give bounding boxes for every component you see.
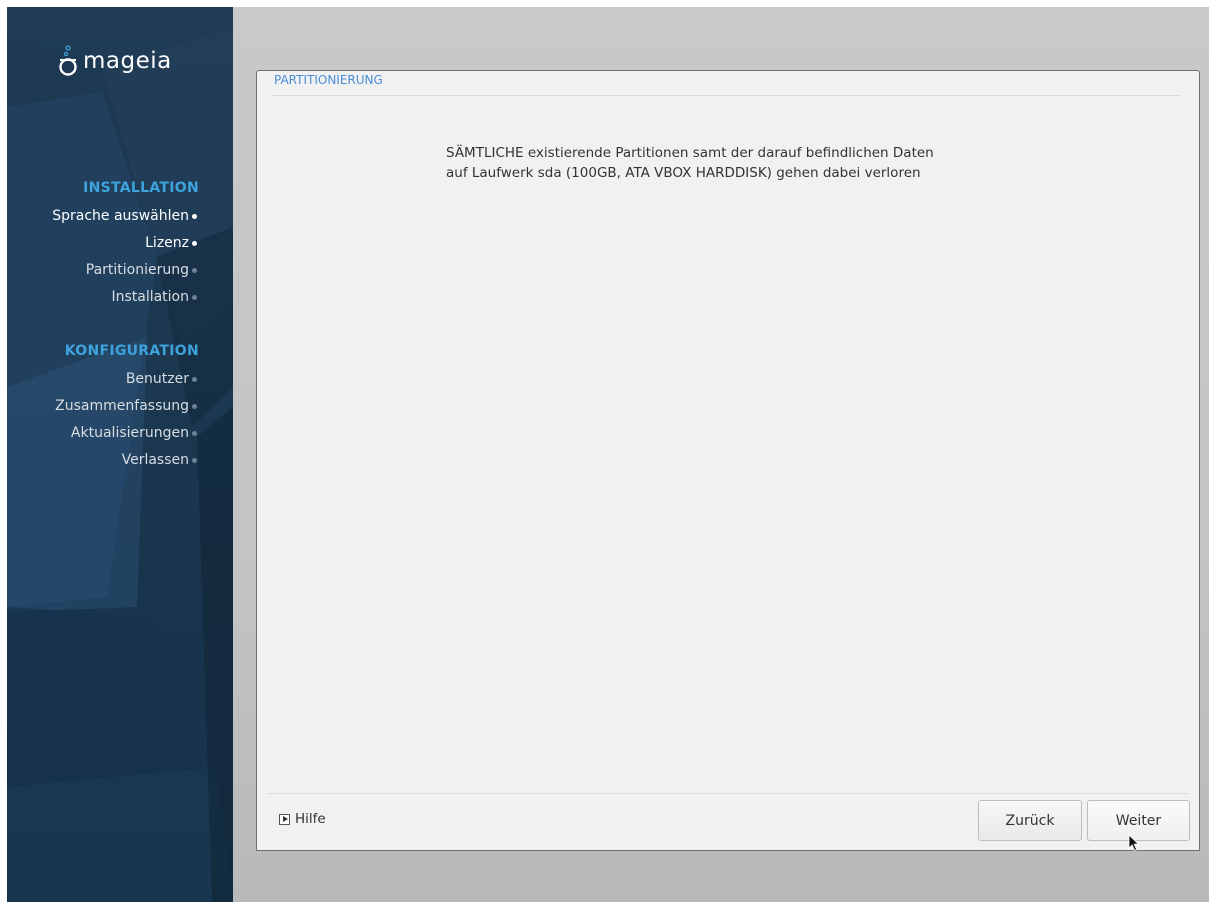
section-title-konfiguration: KONFIGURATION: [64, 343, 199, 359]
warning-message: SÄMTLICHE existierende Partitionen samt …: [446, 143, 934, 183]
sidebar-background: [7, 7, 233, 902]
warning-message-line-1: SÄMTLICHE existierende Partitionen samt …: [446, 145, 934, 161]
step-status-dot: [192, 295, 197, 300]
mageia-cauldron-icon: [59, 45, 77, 76]
installer-screen: mageia INSTALLATION Sprache auswählen Li…: [7, 7, 1209, 902]
step-sprache-auswaehlen: Sprache auswählen: [52, 208, 189, 224]
step-installation: Installation: [111, 289, 189, 305]
step-status-dot: [192, 241, 197, 246]
footer-divider: [267, 793, 1189, 794]
step-verlassen: Verlassen: [121, 452, 189, 468]
mouse-pointer-icon: [1128, 834, 1140, 852]
logo-text: mageia: [83, 48, 172, 74]
partitioning-panel: PARTITIONIERUNG SÄMTLICHE existierende P…: [256, 70, 1200, 851]
help-label: Hilfe: [295, 811, 326, 827]
step-zusammenfassung: Zusammenfassung: [55, 398, 189, 414]
section-title-installation: INSTALLATION: [83, 180, 199, 196]
step-status-dot: [192, 214, 197, 219]
step-benutzer: Benutzer: [125, 371, 189, 387]
step-partitionierung: Partitionierung: [85, 262, 189, 278]
step-status-dot: [192, 404, 197, 409]
title-divider: [271, 95, 1181, 96]
back-button[interactable]: Zurück: [978, 800, 1082, 841]
disclosure-triangle-icon: [279, 813, 290, 825]
step-status-dot: [192, 431, 197, 436]
step-status-dot: [192, 268, 197, 273]
step-status-dot: [192, 458, 197, 463]
step-lizenz: Lizenz: [145, 235, 189, 251]
step-status-dot: [192, 377, 197, 382]
panel-title: PARTITIONIERUNG: [274, 73, 383, 87]
mageia-logo: mageia: [53, 40, 193, 80]
sidebar: mageia INSTALLATION Sprache auswählen Li…: [7, 7, 233, 902]
help-toggle[interactable]: Hilfe: [279, 810, 326, 828]
step-aktualisierungen: Aktualisierungen: [70, 425, 189, 441]
warning-message-line-2: auf Laufwerk sda (100GB, ATA VBOX HARDDI…: [446, 165, 921, 181]
